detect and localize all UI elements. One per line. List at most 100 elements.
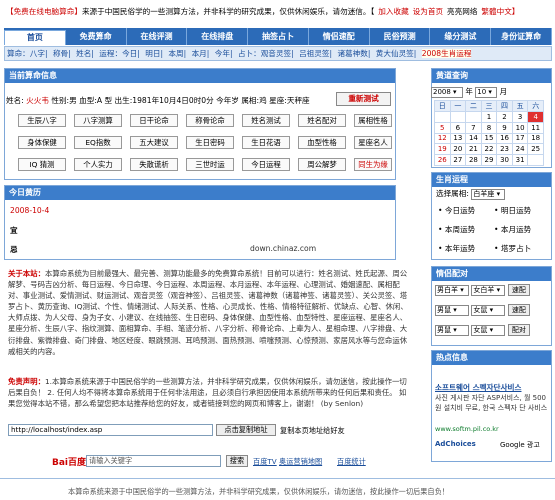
male-select[interactable]: 男鼠 ▾: [435, 324, 469, 336]
test-button[interactable]: 生辰八字: [18, 114, 66, 127]
test-button[interactable]: 日干论命: [130, 114, 178, 127]
tab-online-chart[interactable]: 在线排盘: [187, 28, 249, 45]
match-button[interactable]: 速配: [507, 304, 530, 316]
fortune-link[interactable]: • 今日运势: [438, 205, 475, 216]
calendar-day[interactable]: 5: [434, 121, 451, 134]
add-favorite-link[interactable]: 加入收藏: [378, 7, 408, 16]
test-button[interactable]: 姓名测试: [242, 114, 290, 127]
male-select[interactable]: 男白羊 ▾: [435, 284, 469, 296]
test-button[interactable]: 今日运程: [242, 158, 290, 171]
calendar-day[interactable]: 20: [449, 143, 467, 156]
subnav-zhuge[interactable]: 诸葛神数: [337, 49, 367, 58]
test-button[interactable]: 三世时运: [186, 158, 234, 171]
calendar-day[interactable]: 8: [480, 121, 498, 134]
test-button[interactable]: 姓名配对: [298, 114, 346, 127]
zodiac-select[interactable]: 白羊座 ▾: [471, 188, 506, 200]
fortune-link[interactable]: • 本年运势: [438, 243, 475, 254]
subnav-today[interactable]: 运程：今日: [99, 49, 137, 58]
traditional-chinese-link[interactable]: 繁體中文: [481, 7, 511, 16]
subnav-month[interactable]: 本月: [192, 49, 207, 58]
calendar-day[interactable]: 6: [449, 121, 467, 134]
calendar-day[interactable]: 7: [465, 121, 482, 134]
calendar-day[interactable]: 24: [511, 143, 529, 156]
copy-address-button[interactable]: 点击复制地址: [216, 424, 276, 436]
test-button[interactable]: 周公解梦: [298, 158, 346, 171]
calendar-day[interactable]: 25: [527, 143, 544, 156]
match-button[interactable]: 配对: [507, 324, 530, 336]
test-button[interactable]: 五大建议: [130, 136, 178, 149]
female-select[interactable]: 女鼠 ▾: [471, 324, 506, 336]
calendar-day[interactable]: [449, 111, 467, 123]
subnav-week[interactable]: 本周: [168, 49, 183, 58]
tab-id-card-fortune[interactable]: 身份证算命: [491, 28, 553, 45]
test-button[interactable]: 称骨论命: [186, 114, 234, 127]
test-button[interactable]: 失散谎析: [130, 158, 178, 171]
ad-headline[interactable]: 소프트웨어 스펙자단사비스: [435, 382, 550, 393]
baidu-tv-link[interactable]: 百度TV: [253, 457, 277, 467]
female-select[interactable]: 女白羊 ▾: [471, 284, 506, 296]
subnav-bone-weight[interactable]: 称骨: [53, 49, 68, 58]
reset-test-button[interactable]: 重新测试: [336, 92, 391, 106]
test-button[interactable]: 生日密码: [186, 136, 234, 149]
test-button[interactable]: 星座名人: [354, 136, 392, 149]
fortune-link[interactable]: • 本月运势: [494, 224, 531, 235]
test-button[interactable]: 个人实力: [74, 158, 122, 171]
calendar-day[interactable]: 22: [480, 143, 498, 156]
calendar-day[interactable]: 28: [465, 154, 482, 166]
address-input[interactable]: http://localhost/index.asp: [8, 424, 213, 436]
test-button[interactable]: EQ指数: [74, 136, 122, 149]
female-select[interactable]: 女鼠 ▾: [471, 304, 506, 316]
subnav-lvzu[interactable]: 吕祖灵签: [299, 49, 329, 58]
ad-url[interactable]: www.softm.pil.co.kr: [435, 425, 499, 433]
fortune-link[interactable]: • 本周运势: [438, 224, 475, 235]
match-button[interactable]: 速配: [507, 284, 530, 296]
calendar-day[interactable]: 23: [496, 143, 513, 156]
subnav-2008-zodiac[interactable]: 2008生肖运程: [421, 49, 472, 58]
test-button[interactable]: 八字测算: [74, 114, 122, 127]
calendar-day[interactable]: 31: [511, 154, 529, 166]
test-button[interactable]: 同生为缘: [354, 158, 392, 171]
test-button[interactable]: IQ 猜测: [18, 158, 66, 171]
fortune-link[interactable]: • 塔罗占卜: [494, 243, 531, 254]
set-homepage-link[interactable]: 设为首页: [413, 7, 443, 16]
adchoices-label[interactable]: AdChoices: [435, 440, 476, 448]
calendar-day[interactable]: 1: [480, 111, 498, 123]
calendar-day[interactable]: 21: [465, 143, 482, 156]
calendar-day[interactable]: 27: [449, 154, 467, 166]
tab-folk-prediction[interactable]: 民俗预测: [370, 28, 431, 45]
year-select[interactable]: 2008 ▾: [431, 86, 463, 98]
calendar-day[interactable]: 14: [465, 132, 482, 145]
test-button[interactable]: 生日花语: [242, 136, 290, 149]
male-select[interactable]: 男鼠 ▾: [435, 304, 469, 316]
tab-couple-match[interactable]: 情侣速配: [309, 28, 370, 45]
calendar-day[interactable]: 15: [480, 132, 498, 145]
subnav-huangdaxian[interactable]: 黄大仙灵签: [376, 49, 414, 58]
calendar-day[interactable]: 17: [511, 132, 529, 145]
tab-online-test[interactable]: 在线评测: [127, 28, 188, 45]
calendar-day[interactable]: 26: [434, 154, 451, 166]
calendar-day[interactable]: 12: [434, 132, 451, 145]
calendar-day[interactable]: 16: [496, 132, 513, 145]
month-select[interactable]: 10 ▾: [475, 86, 498, 98]
baidu-search-input[interactable]: 请输入关键字: [86, 455, 221, 467]
test-button[interactable]: 属相性格: [354, 114, 392, 127]
calendar-day[interactable]: 9: [496, 121, 513, 134]
tab-lottery[interactable]: 抽签占卜: [248, 28, 309, 45]
subnav-guanyin[interactable]: 占卜：观音灵签: [238, 49, 291, 58]
baidu-stats-link[interactable]: 百度统计: [337, 457, 366, 467]
calendar-day[interactable]: 10: [511, 121, 529, 134]
calendar-day[interactable]: [434, 111, 451, 123]
olympic-map-link[interactable]: 奥运营销地图: [279, 457, 322, 467]
test-button[interactable]: 血型性格: [298, 136, 346, 149]
subnav-year[interactable]: 今年: [215, 49, 230, 58]
calendar-day[interactable]: 29: [480, 154, 498, 166]
calendar-day[interactable]: 3: [511, 111, 529, 123]
calendar-day[interactable]: 19: [434, 143, 451, 156]
fortune-link[interactable]: • 明日运势: [494, 205, 531, 216]
test-button[interactable]: 身体保健: [18, 136, 66, 149]
calendar-day[interactable]: [527, 154, 544, 166]
calendar-day[interactable]: [465, 111, 482, 123]
company-link[interactable]: 亮亮网络: [447, 7, 477, 16]
tab-fate-test[interactable]: 缘分测试: [430, 28, 492, 45]
subnav-bazi[interactable]: 算命：八字: [7, 49, 45, 58]
